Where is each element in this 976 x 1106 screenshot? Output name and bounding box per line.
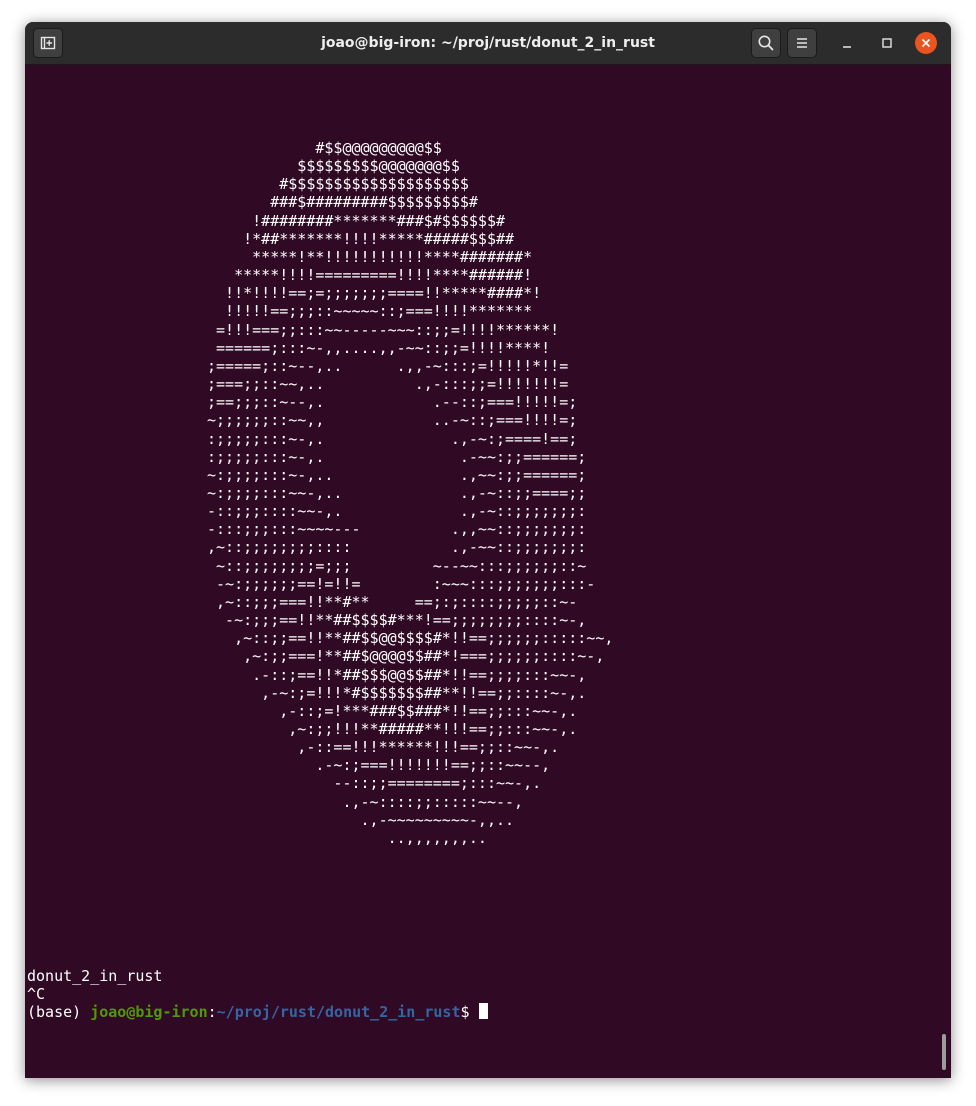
prompt-env: (base) (27, 1003, 91, 1022)
donut-line: ,~:;;!!!**#####**!!!==;;:::~~-,. (207, 720, 578, 738)
donut-line: .,-~::::;;:::::~~--, (207, 792, 524, 811)
donut-line: ~::;;;;;;;;=;;; ~--~~:::;;;;;;::~ (207, 556, 587, 575)
donut-line: :;;;;;:::~-,. .,-~:;====!==; (207, 429, 578, 448)
donut-line: .-::;==!!*##$$$@@$$##*!!==;;;;:::~~-, (207, 665, 587, 684)
donut-line: *****!**!!!!!!!!!!!****#######* (207, 247, 533, 266)
donut-line: $$$$$$$$$@@@@@@@$$ (207, 157, 460, 176)
donut-line: ,-::==!!!******!!!==;;::~~-,. (207, 738, 560, 757)
text-cursor (478, 1003, 488, 1020)
hamburger-menu-icon (797, 38, 807, 48)
donut-line: ,-::;=!***###$$###*!!==;;:::~~-,. (207, 701, 578, 720)
donut-line: ,-~:;=!!!*#$$$$$$$##**!!==;;::::~-,. (207, 683, 587, 702)
donut-line: .,-~~~~~~~~~-,,.. (207, 810, 515, 829)
new-tab-button[interactable] (33, 28, 63, 58)
prompt-user-host: joao@big-iron (90, 1003, 208, 1022)
terminal-area[interactable]: #$$@@@@@@@@@$$ $$$$$$$$$@@@@@@@$$ #$$$$$… (25, 65, 951, 1078)
donut-line: ,~::;;;===!!**#** ==;:;::::;;;;;::~- (207, 592, 578, 611)
donut-line: ~:;;;;:::~~-,.. .,-~::;;====;; (207, 483, 587, 502)
output-line: donut_2_in_rust (27, 967, 163, 985)
close-button[interactable] (915, 32, 937, 54)
menu-button[interactable] (787, 28, 817, 58)
minimize-button[interactable] (837, 33, 857, 53)
donut-line: !!!!!==;;;::~~~~~::;===!!!!******* (207, 302, 533, 321)
title-bar[interactable]: joao@big-iron: ~/proj/rust/donut_2_in_ru… (25, 22, 951, 65)
donut-line: -~:;;;==!!**##$$$$#***!==;;;;;;;;::::~-, (207, 611, 587, 630)
maximize-button[interactable] (877, 33, 897, 53)
donut-line: #$$$$$$$$$$$$$$$$$$$$ (207, 175, 469, 194)
donut-line: -::;;;::::~~-,. .,-~::;;;;;;;: (207, 502, 587, 521)
donut-line: --::;;========;:::~~-,. (207, 774, 542, 793)
prompt-symbol: $ (460, 1003, 479, 1022)
donut-line: #$$@@@@@@@@@$$ (207, 139, 442, 157)
donut-line: ,~:;;===!**##$@@@@$$##*!===;;;;;;::::~-, (207, 647, 605, 666)
donut-line: ,~::;;;;;;;;:::: .,-~~::;;;;;;;: (207, 538, 587, 557)
donut-line: !!*!!!!==;=;;;;;;;====!!*****####*! (207, 284, 542, 303)
scrollbar-thumb[interactable] (942, 1034, 946, 1070)
prompt-separator: : (207, 1003, 217, 1022)
donut-ascii-art: #$$@@@@@@@@@$$ $$$$$$$$$@@@@@@@$$ #$$$$$… (207, 139, 613, 847)
terminal-window: joao@big-iron: ~/proj/rust/donut_2_in_ru… (25, 22, 951, 1078)
minimize-icon (843, 46, 851, 48)
donut-line: .-~:;===!!!!!!!==;;::~~--, (207, 756, 551, 775)
prompt-line: (base) joao@big-iron:~/proj/rust/donut_2… (27, 1003, 488, 1021)
donut-line: :;;;;;:::~-,. .-~~:;;======; (207, 447, 587, 466)
donut-line: =!!!===;;:::~~-----~~~::;;=!!!!******! (207, 320, 560, 339)
new-tab-icon (40, 36, 56, 50)
maximize-icon (882, 38, 892, 48)
donut-line: -:::;;;:::~~~~--- .,,~~::;;;;;;;: (207, 520, 587, 539)
donut-line: ..,,,,,,,.. (207, 828, 487, 847)
donut-line: ;=====;::~--,.. .,,-~:::;=!!!!!*!!= (207, 356, 569, 375)
donut-line: ======;:::~-,,....,,-~~::;;=!!!!****! (207, 338, 551, 357)
donut-line: -~:;;;;;;==!=!!= :~~~:::;;;;;;;:::- (207, 574, 596, 593)
donut-line: ###$#########$$$$$$$$$# (207, 193, 478, 212)
donut-line: *****!!!!=========!!!!****######! (207, 266, 533, 285)
prompt-path: ~/proj/rust/donut_2_in_rust (216, 1003, 461, 1022)
donut-line: ;===;;::~~,.. .,-:::;;=!!!!!!!= (207, 375, 569, 394)
donut-line: !########*******###$#$$$$$$# (207, 211, 506, 230)
donut-line: ;==;;;::~--,. .--::;===!!!!!=; (207, 393, 578, 412)
donut-line: ,~::;;==!!**##$$@@$$$$#*!!==;;;;;;:::::~… (207, 629, 614, 648)
donut-line: !*##*******!!!!*****#####$$$## (207, 229, 515, 248)
close-icon (921, 38, 931, 48)
search-button[interactable] (751, 28, 781, 58)
output-line: ^C (27, 985, 46, 1004)
donut-line: ~;;;;;;::~~,, ..-~::;===!!!!=; (207, 411, 578, 430)
donut-line: ~:;;;;:::~-,.. .,~~:;;======; (207, 465, 587, 484)
search-icon (758, 35, 774, 51)
terminal-output: donut_2_in_rust ^C (base) joao@big-iron:~/… (27, 967, 488, 1022)
